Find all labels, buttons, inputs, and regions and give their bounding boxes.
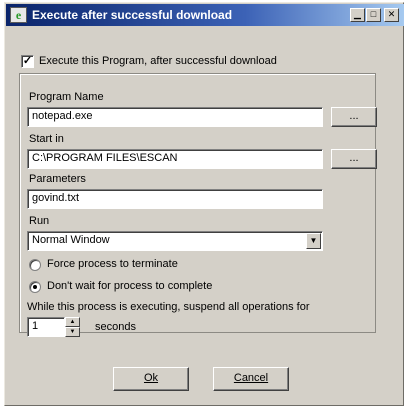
radio-selected-dot [33, 285, 37, 289]
cancel-button-label: Cancel [233, 372, 269, 384]
suspend-spinner[interactable]: ▲ ▼ [65, 317, 80, 337]
escan-app-icon: e [10, 7, 27, 23]
execute-checkbox-label[interactable]: Execute this Program, after successful d… [39, 55, 277, 67]
force-terminate-radio[interactable] [29, 259, 41, 271]
seconds-label: seconds [95, 321, 136, 333]
program-name-field[interactable]: notepad.exe [27, 107, 323, 127]
start-in-field[interactable]: C:\PROGRAM FILES\ESCAN [27, 149, 323, 169]
dont-wait-label[interactable]: Don't wait for process to complete [47, 280, 212, 292]
run-dropdown[interactable]: Normal Window ▼ [27, 231, 323, 251]
program-name-browse-button[interactable]: ... [331, 107, 377, 127]
ok-button[interactable]: Ok [113, 367, 189, 391]
title-bar[interactable]: e Execute after successful download ▁ □ … [6, 4, 404, 26]
program-name-label: Program Name [29, 91, 104, 103]
suspend-label: While this process is executing, suspend… [27, 301, 310, 313]
maximize-icon[interactable]: □ [366, 8, 381, 22]
parameters-field[interactable]: govind.txt [27, 189, 323, 209]
chevron-down-icon[interactable]: ▼ [306, 233, 321, 249]
close-icon[interactable]: ✕ [384, 8, 399, 22]
window-title: Execute after successful download [32, 8, 233, 22]
run-selected-value: Normal Window [32, 234, 110, 246]
execute-checkbox[interactable]: ✓ [21, 55, 34, 68]
cancel-button[interactable]: Cancel [213, 367, 289, 391]
checkmark-icon: ✓ [22, 55, 33, 67]
minimize-icon[interactable]: ▁ [350, 8, 365, 22]
spin-up-icon[interactable]: ▲ [65, 317, 80, 327]
start-in-label: Start in [29, 133, 64, 145]
dialog-window: e Execute after successful download ▁ □ … [4, 2, 404, 406]
start-in-browse-button[interactable]: ... [331, 149, 377, 169]
parameters-label: Parameters [29, 173, 86, 185]
ok-button-label: Ok [143, 372, 159, 384]
suspend-seconds-field[interactable]: 1 [27, 317, 65, 337]
force-terminate-label[interactable]: Force process to terminate [47, 258, 178, 270]
run-label: Run [29, 215, 50, 227]
spin-down-icon[interactable]: ▼ [65, 327, 80, 337]
dont-wait-radio[interactable] [29, 281, 41, 293]
